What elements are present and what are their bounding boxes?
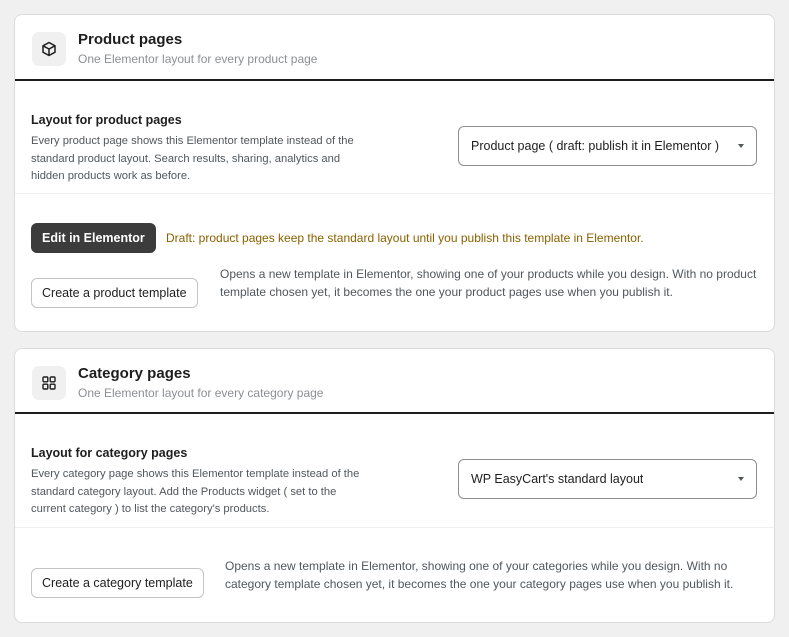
product-layout-label: Layout for product pages: [31, 113, 182, 127]
page-subtitle: One Elementor layout for every product p…: [78, 52, 318, 66]
product-template-select-value: Product page ( draft: publish it in Elem…: [471, 139, 720, 153]
product-pages-header: Product pages One Elementor layout for e…: [15, 15, 774, 81]
category-template-select[interactable]: WP EasyCart's standard layout: [458, 459, 757, 499]
category-layout-row: Layout for category pages Every category…: [15, 414, 774, 528]
page-title: Product pages: [78, 31, 183, 48]
product-layout-row: Layout for product pages Every product p…: [15, 81, 774, 194]
category-pages-card: Category pages One Elementor layout for …: [14, 348, 775, 623]
chevron-down-icon: [738, 144, 744, 148]
product-layout-description: Every product page shows this Elementor …: [31, 135, 354, 182]
page-subtitle: One Elementor layout for every category …: [78, 386, 324, 400]
category-template-select-value: WP EasyCart's standard layout: [471, 472, 644, 486]
create-product-template-button[interactable]: Create a product template: [31, 278, 198, 308]
product-template-select[interactable]: Product page ( draft: publish it in Elem…: [458, 126, 757, 166]
create-category-template-button[interactable]: Create a category template: [31, 568, 204, 598]
category-layout-label: Layout for category pages: [31, 446, 188, 460]
category-pages-header: Category pages One Elementor layout for …: [15, 349, 774, 414]
product-pages-card: Product pages One Elementor layout for e…: [14, 14, 775, 332]
create-product-template-help: Opens a new template in Elementor, showi…: [220, 267, 757, 299]
category-layout-description: Every category page shows this Elementor…: [31, 468, 360, 515]
draft-status-note: Draft: product pages keep the standard l…: [166, 231, 644, 245]
cube-icon: [32, 32, 66, 66]
edit-in-elementor-button[interactable]: Edit in Elementor: [31, 223, 156, 253]
chevron-down-icon: [738, 477, 744, 481]
grid-icon: [32, 366, 66, 400]
create-category-template-help: Opens a new template in Elementor, showi…: [225, 559, 734, 591]
page-title: Category pages: [78, 365, 191, 382]
